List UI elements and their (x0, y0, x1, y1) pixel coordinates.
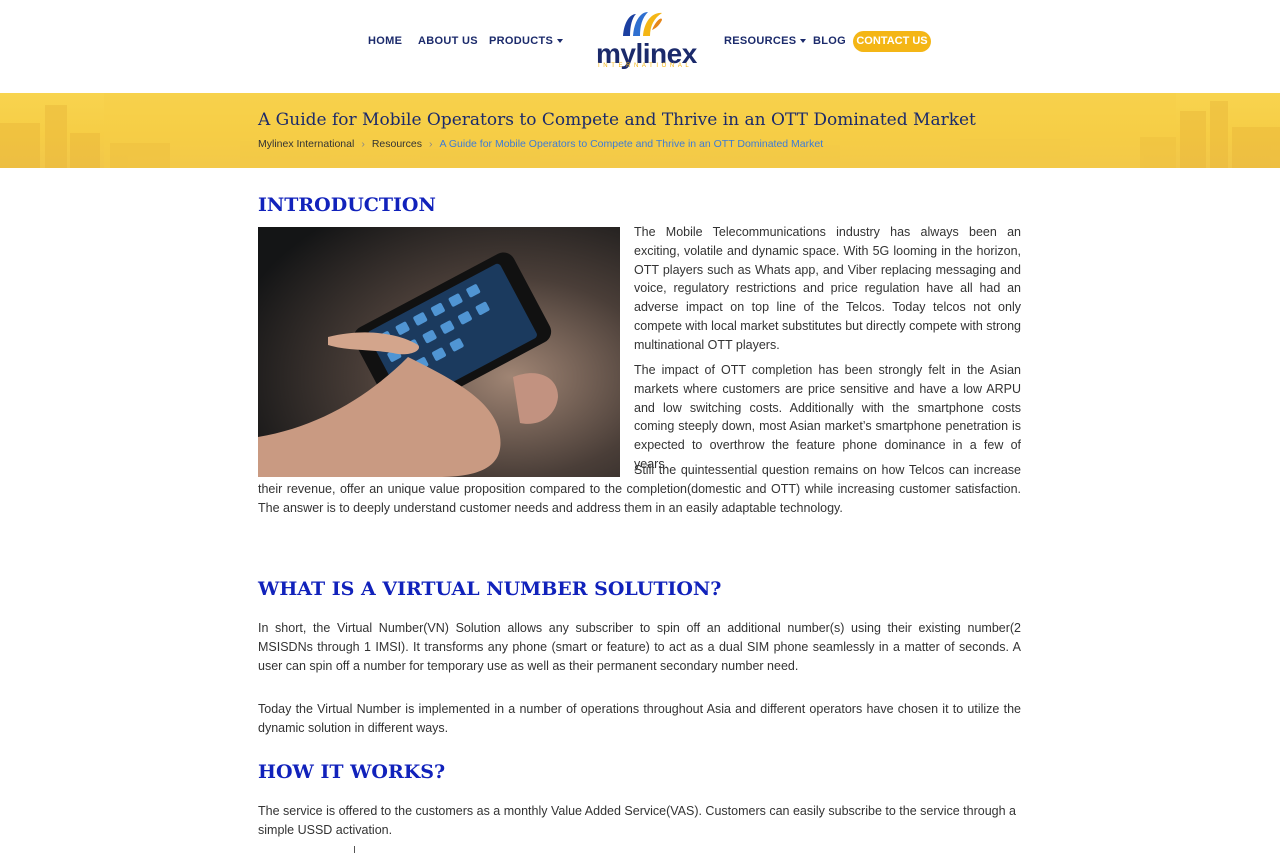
chevron-down-icon (800, 39, 807, 44)
nav-about-us[interactable]: ABOUT US (418, 35, 478, 47)
logo-tagline: INTERNATIONAL (598, 63, 693, 69)
breadcrumb-resources[interactable]: Resources (372, 138, 422, 150)
nav-products-label: PRODUCTS (489, 35, 554, 47)
how-paragraph-1: The service is offered to the customers … (258, 804, 1017, 837)
intro-paragraph-3: Still the quintessential question remain… (258, 463, 1021, 515)
page-title: A Guide for Mobile Operators to Compete … (258, 110, 976, 130)
nav-products[interactable]: PRODUCTS (489, 35, 564, 47)
breadcrumb-home[interactable]: Mylinex International (258, 138, 354, 150)
contact-us-button[interactable]: CONTACT US (853, 31, 931, 52)
vn-paragraph-1: In short, the Virtual Number(VN) Solutio… (258, 621, 1021, 673)
chevron-right-icon: › (429, 138, 433, 150)
chevron-right-icon: › (361, 138, 365, 150)
intro-paragraph-1: The Mobile Telecommunications industry h… (634, 225, 1021, 352)
vn-paragraph-2: Today the Virtual Number is implemented … (258, 702, 1021, 735)
diagram-connector-line (354, 846, 355, 853)
nav-resources-label: RESOURCES (724, 35, 797, 47)
nav-home[interactable]: HOME (368, 35, 402, 47)
chevron-down-icon (557, 39, 564, 44)
heading-virtual-number: WHAT IS A VIRTUAL NUMBER SOLUTION? (258, 578, 722, 600)
page-banner (0, 93, 1280, 168)
intro-paragraph-2: The impact of OTT completion has been st… (634, 363, 1021, 471)
skyline-background (0, 93, 1280, 168)
nav-resources[interactable]: RESOURCES (724, 35, 807, 47)
heading-introduction: INTRODUCTION (258, 194, 436, 216)
site-header: HOME ABOUT US PRODUCTS mylinex INTERNATI… (0, 0, 1280, 93)
heading-how-it-works: HOW IT WORKS? (258, 761, 446, 783)
breadcrumb: Mylinex International › Resources › A Guide … (258, 138, 823, 150)
smartphone-photo (258, 227, 620, 477)
breadcrumb-current: A Guide for Mobile Operators to Compete … (439, 138, 824, 150)
nav-blog[interactable]: BLOG (813, 35, 846, 47)
